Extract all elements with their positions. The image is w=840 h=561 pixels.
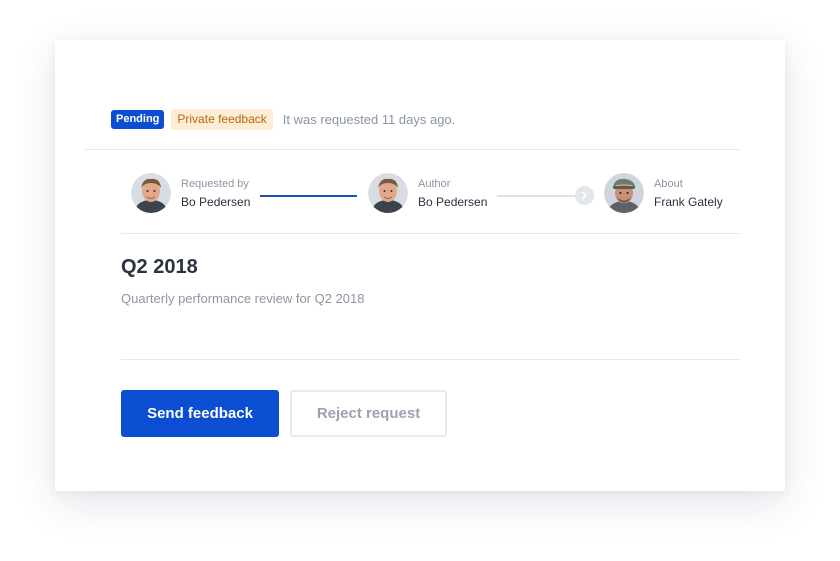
avatar bbox=[131, 173, 171, 213]
flow-connector-active bbox=[260, 195, 357, 197]
reject-request-button[interactable]: Reject request bbox=[290, 390, 447, 437]
feedback-request-card: Pending Private feedback It was requeste… bbox=[55, 40, 785, 491]
role-label: Requested by bbox=[181, 177, 249, 190]
role-label: Author bbox=[418, 177, 451, 190]
role-label: About bbox=[654, 177, 683, 190]
chevron-right-icon bbox=[575, 186, 594, 205]
status-row: Pending Private feedback It was requeste… bbox=[111, 108, 455, 130]
divider bbox=[121, 359, 741, 360]
person-name[interactable]: Frank Gately bbox=[654, 194, 723, 210]
send-feedback-button[interactable]: Send feedback bbox=[121, 390, 279, 437]
person-name[interactable]: Bo Pedersen bbox=[418, 194, 487, 210]
divider bbox=[121, 233, 741, 234]
author-person: Author Bo Pedersen bbox=[368, 173, 487, 213]
pending-badge: Pending bbox=[111, 109, 165, 129]
feedback-title: Q2 2018 bbox=[121, 256, 198, 278]
page-background: Pending Private feedback It was requeste… bbox=[0, 0, 840, 561]
requested-timestamp: It was requested 11 days ago. bbox=[282, 111, 456, 127]
person-name[interactable]: Bo Pedersen bbox=[181, 194, 250, 210]
avatar bbox=[368, 173, 408, 213]
private-feedback-badge: Private feedback bbox=[171, 108, 273, 130]
requested-by-person: Requested by Bo Pedersen bbox=[131, 173, 250, 213]
about-person: About Frank Gately bbox=[604, 173, 723, 213]
avatar bbox=[604, 173, 644, 213]
divider bbox=[85, 149, 741, 150]
flow-connector-pending bbox=[497, 195, 585, 197]
feedback-description: Quarterly performance review for Q2 2018 bbox=[121, 291, 365, 306]
